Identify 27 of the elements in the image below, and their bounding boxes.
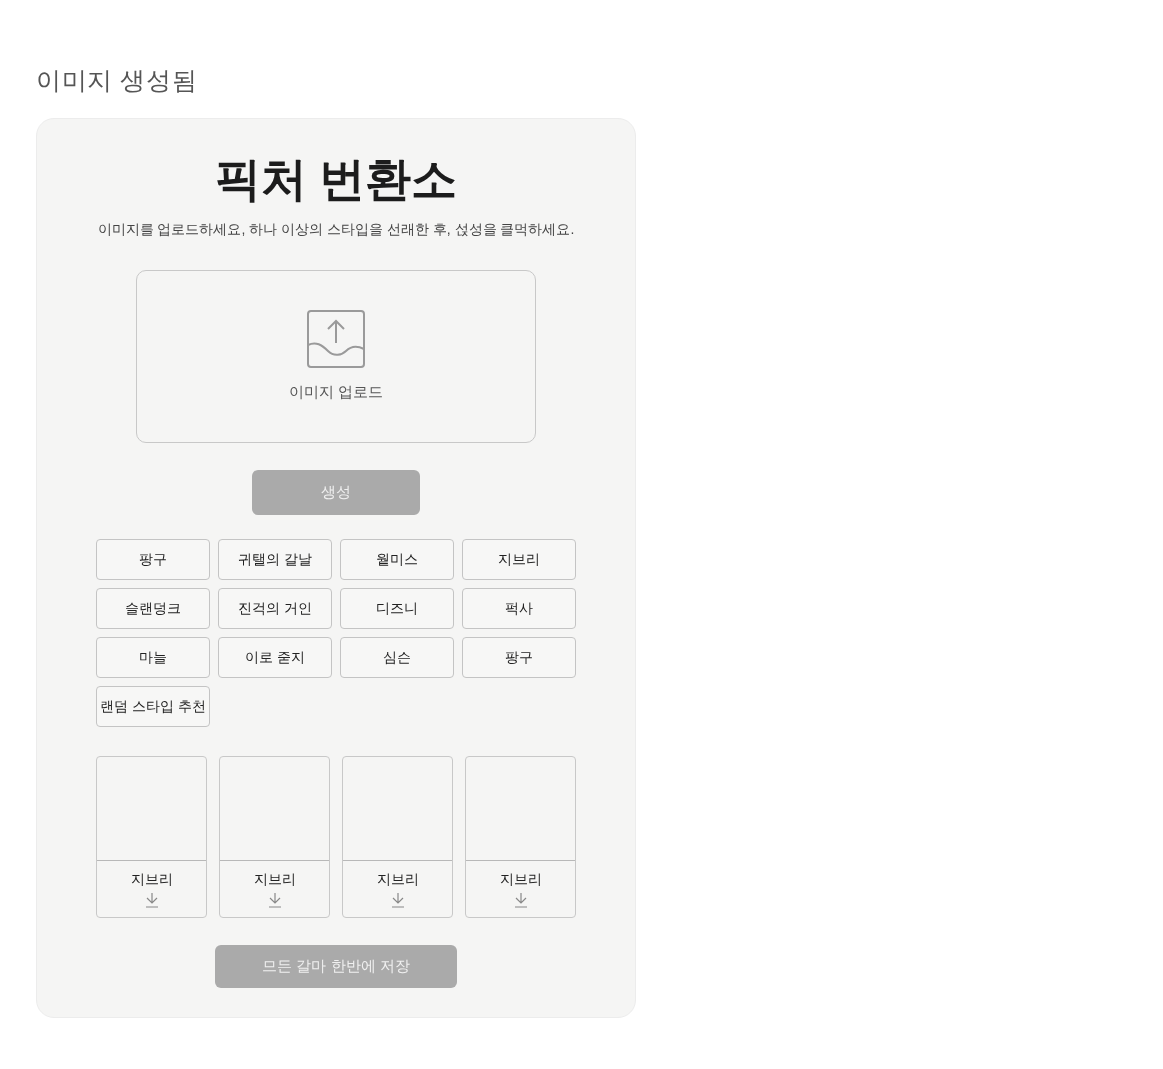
style-option[interactable]: 팡구 bbox=[96, 539, 210, 580]
style-option[interactable]: 마늘 bbox=[96, 637, 210, 678]
style-option[interactable]: 랜덤 스타입 추천 bbox=[96, 686, 210, 727]
style-option[interactable]: 퍽사 bbox=[462, 588, 576, 629]
result-style-label: 지브리 bbox=[376, 870, 419, 888]
style-option[interactable]: 심슨 bbox=[340, 637, 454, 678]
result-style-label: 지브리 bbox=[499, 870, 542, 888]
upload-area[interactable]: 이미지 업로드 bbox=[136, 270, 536, 443]
upload-label: 이미지 업로드 bbox=[288, 382, 384, 403]
page-heading: 이미지 생성됨 bbox=[36, 65, 199, 96]
style-option[interactable]: 웥미스 bbox=[340, 539, 454, 580]
download-icon[interactable] bbox=[390, 892, 405, 908]
style-option[interactable]: 디즈니 bbox=[340, 588, 454, 629]
download-icon[interactable] bbox=[144, 892, 159, 908]
app-title: 픽처 번환소 bbox=[214, 152, 458, 207]
result-style-label: 지브리 bbox=[130, 870, 173, 888]
style-option[interactable]: 슬랜덩크 bbox=[96, 588, 210, 629]
download-icon[interactable] bbox=[267, 892, 282, 908]
style-option[interactable]: 팡구 bbox=[462, 637, 576, 678]
instructions-text: 이미지를 업로드하세요, 하나 이상의 스타입을 선래한 후, 섡성을 클먹하세요. bbox=[97, 220, 575, 239]
style-option[interactable]: 귀탤의 갈날 bbox=[218, 539, 332, 580]
image-upload-icon bbox=[306, 309, 366, 370]
download-icon[interactable] bbox=[513, 892, 528, 908]
style-option[interactable]: 진걱의 거인 bbox=[218, 588, 332, 629]
style-option[interactable]: 이로 줃지 bbox=[218, 637, 332, 678]
result-style-label: 지브리 bbox=[253, 870, 296, 888]
style-option[interactable]: 지브리 bbox=[462, 539, 576, 580]
